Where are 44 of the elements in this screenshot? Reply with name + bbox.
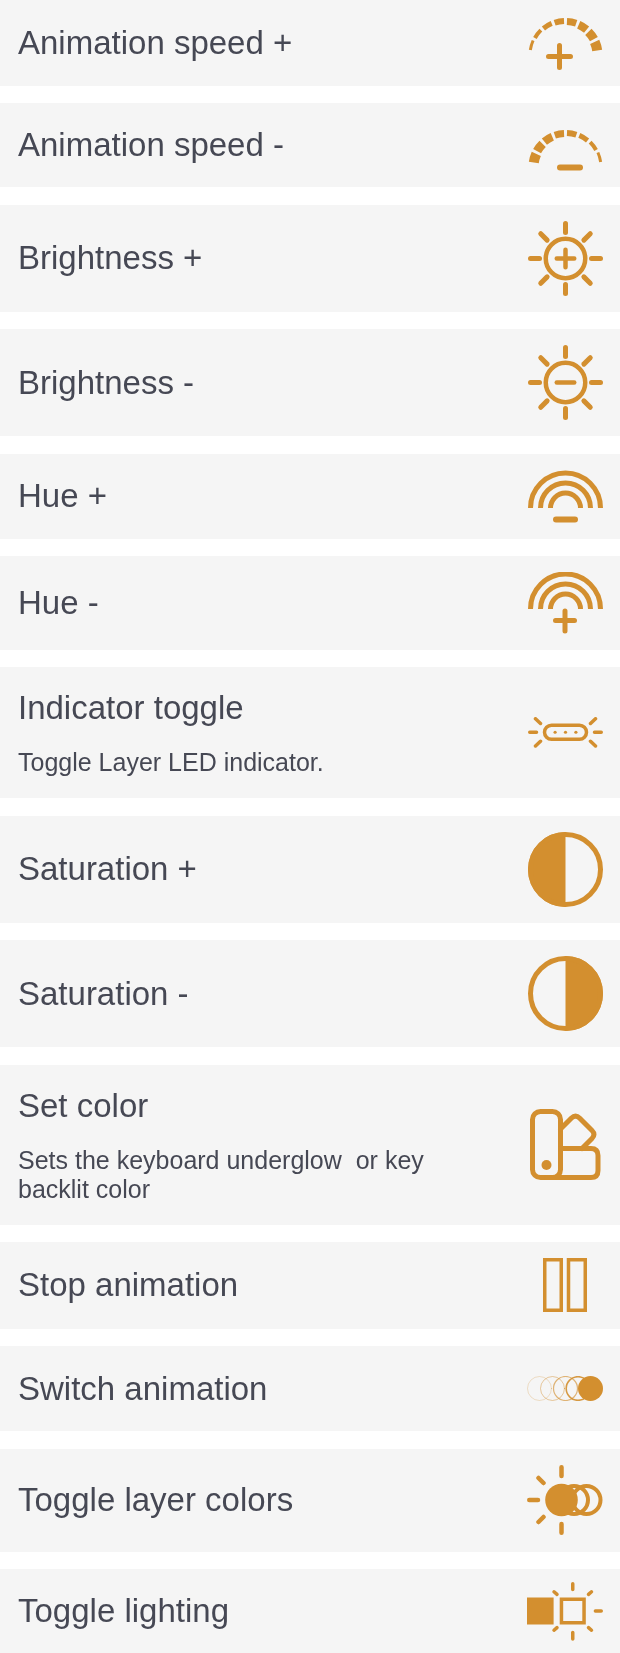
option-card[interactable]: Brightness + bbox=[0, 204, 620, 312]
option-card[interactable]: Animation speed - bbox=[0, 103, 620, 188]
option-card[interactable]: Switch animation bbox=[0, 1346, 620, 1432]
option-title: Set color bbox=[18, 1085, 149, 1126]
pause-icon bbox=[543, 1258, 587, 1313]
option-title: Stop animation bbox=[18, 1265, 239, 1306]
option-title: Saturation + bbox=[18, 849, 197, 890]
rainbow-minus-icon bbox=[527, 469, 603, 523]
option-description: Toggle Layer LED indicator. bbox=[18, 748, 324, 778]
sun-plus-icon bbox=[527, 220, 603, 296]
option-card[interactable]: Saturation - bbox=[0, 940, 620, 1048]
option-card[interactable]: Saturation + bbox=[0, 815, 620, 923]
option-title: Saturation - bbox=[18, 973, 189, 1014]
gauge-minus-icon bbox=[527, 130, 603, 172]
option-title: Toggle lighting bbox=[18, 1591, 229, 1632]
light-bar-icon bbox=[527, 717, 603, 749]
sun-minus-icon bbox=[527, 345, 603, 421]
option-title: Hue + bbox=[18, 476, 107, 517]
half-filled-circle-icon bbox=[527, 956, 603, 1032]
light-squares-icon bbox=[527, 1581, 603, 1641]
option-title: Brightness + bbox=[18, 238, 203, 279]
rainbow-plus-icon bbox=[527, 571, 603, 634]
option-card[interactable]: Indicator toggle Toggle Layer LED indicator. bbox=[0, 667, 620, 799]
option-card[interactable]: Set color Sets the keyboard underglow or key backlit color bbox=[0, 1064, 620, 1225]
half-filled-circle-icon bbox=[527, 831, 603, 907]
option-title: Hue - bbox=[18, 582, 99, 623]
option-card[interactable]: Hue - bbox=[0, 555, 620, 650]
fading-circles-icon bbox=[527, 1376, 603, 1402]
option-card[interactable]: Toggle layer colors bbox=[0, 1448, 620, 1552]
option-card[interactable]: Hue + bbox=[0, 453, 620, 539]
option-card[interactable]: Toggle lighting bbox=[0, 1569, 620, 1653]
option-card[interactable]: Animation speed + bbox=[0, 0, 620, 86]
option-title: Switch animation bbox=[18, 1368, 268, 1409]
option-card[interactable]: Brightness - bbox=[0, 329, 620, 437]
option-title: Animation speed + bbox=[18, 23, 293, 63]
color-swatch-icon bbox=[529, 1109, 601, 1180]
option-title: Brightness - bbox=[18, 362, 195, 403]
option-title: Animation speed - bbox=[18, 125, 284, 166]
sun-circles-icon bbox=[527, 1465, 603, 1536]
option-description: Sets the keyboard underglow or key backlit color bbox=[18, 1145, 425, 1204]
option-card[interactable]: Stop animation bbox=[0, 1241, 620, 1329]
gauge-plus-icon bbox=[527, 18, 603, 70]
option-title: Toggle layer colors bbox=[18, 1480, 294, 1521]
option-title: Indicator toggle bbox=[18, 688, 244, 729]
